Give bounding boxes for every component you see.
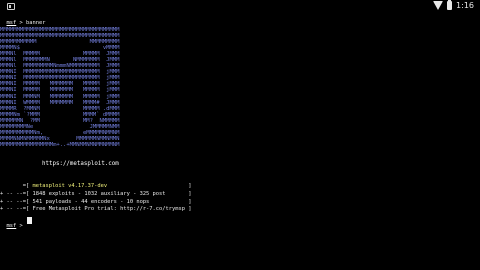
info-line: =[ metasploit v4.17.37-dev ] <box>0 183 192 189</box>
banner-url: https://metasploit.com <box>42 161 119 167</box>
info-suffix: ] <box>165 191 192 197</box>
wifi-icon <box>433 1 444 10</box>
info-line: + -- --=[ 1848 exploits - 1032 auxiliary… <box>0 191 192 197</box>
info-prefix: =[ <box>0 183 33 189</box>
banner-line: MMMMMMMMMMMMMMMMm+..+MMNMMNMNMMNMMNM <box>0 141 120 148</box>
info-suffix: ] <box>149 199 192 205</box>
status-right: 1:16 <box>433 0 474 10</box>
banner-line: MMMNI MMMNM MMMMMMM MMMMM jMMM <box>0 93 120 100</box>
prompt-label: msf <box>6 20 17 26</box>
info-text: Free Metasploit Pro trial: http://r-7.co… <box>32 206 186 212</box>
banner-line: MMMMMMMMMMNm, eMMMMMNMMNM <box>0 129 120 136</box>
banner-line: MMMMNm `?MMM MMMM` dMMMM <box>0 111 120 118</box>
banner-line: MMMNI WMMMM MMMMMMM MMMM# JMMM <box>0 99 120 106</box>
info-text: 1848 exploits - 1032 auxiliary - 325 pos… <box>32 191 166 197</box>
info-suffix: ] <box>185 206 192 212</box>
banner-line: MMMNI MMMMM MMMMMMM MMMMM jMMM <box>0 87 120 94</box>
banner-line: MMMMNNMNMMMMMNx MMMMMMNMMNMMN <box>0 135 120 142</box>
battery-icon <box>447 0 453 10</box>
clock: 1:16 <box>456 1 474 10</box>
info-suffix: ] <box>107 183 192 189</box>
info-line: + -- --=[ 541 payloads - 44 encoders - 1… <box>0 199 192 205</box>
info-text: 541 payloads - 44 encoders - 10 nops <box>32 199 150 205</box>
info-prefix: + -- --=[ <box>0 199 33 205</box>
banner-line: MMMMMMN ?MM MM? NMMMMM <box>0 117 120 124</box>
prompt-symbol: > <box>19 20 23 26</box>
info-line: + -- --=[ Free Metasploit Pro trial: htt… <box>0 206 192 212</box>
info-text: metasploit v4.17.37-dev <box>32 183 108 189</box>
command-line: msf > banner <box>0 14 46 26</box>
prompt-label-2: msf <box>6 223 17 229</box>
input-line[interactable]: msf > <box>0 217 23 229</box>
status-bar: 1:16 <box>0 0 480 13</box>
info-prefix: + -- --=[ <box>0 206 33 212</box>
banner-line: MMMMR ?MMNM MMMMM .dMMM <box>0 105 120 112</box>
terminal-cursor <box>27 217 32 224</box>
command-text: banner <box>26 20 46 26</box>
ascii-banner: MMMMMMMMMMMMMMMMMMMMMMMMMMMMMMMMMMMM MMMM… <box>0 27 126 159</box>
banner-line: MMMMMMMMNe JMMMMMNMM <box>0 123 120 130</box>
prompt-symbol-2: > <box>19 223 23 229</box>
image-icon <box>7 3 15 10</box>
info-prefix: + -- --=[ <box>0 191 33 197</box>
